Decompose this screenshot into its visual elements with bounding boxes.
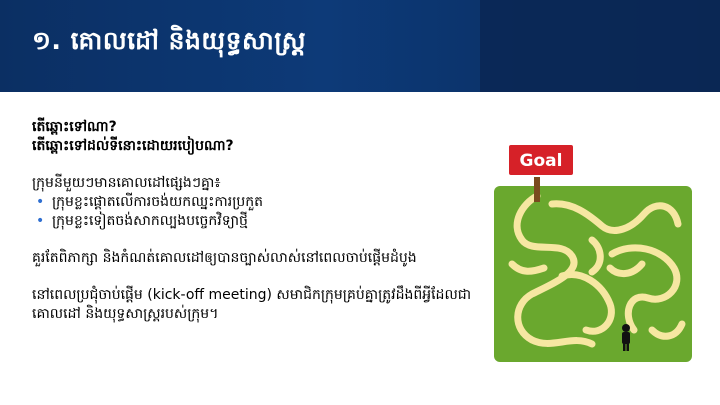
bullet-icon: • [36, 213, 45, 229]
goal-sign-text: Goal [520, 151, 563, 171]
title-banner: ១. គោលដៅ និងយុទ្ធសាស្ត្រ [0, 0, 720, 92]
intro-text: ក្រុមនីមួយៗមានគោលដៅផ្សេងៗគ្នា៖ [32, 175, 221, 191]
bullet-list: • ក្រុមខ្លះផ្តោតលើការចង់យកឈ្នះការប្រកួត … [32, 193, 482, 231]
paragraph-1: គួរតែពិភាក្សា និងកំណត់គោលដៅឲ្យបានច្បាស់ល… [32, 250, 417, 266]
maze-svg: Goal [494, 143, 692, 362]
title-banner-accent [480, 0, 720, 92]
bullet-text: ក្រុមខ្លះផ្តោតលើការចង់យកឈ្នះការប្រកួត [52, 194, 264, 210]
bullet-text: ក្រុមខ្លះទៀតចង់សាកល្បងបច្ចេកវិទ្យាថ្មី [52, 213, 248, 229]
question-1: តើឆ្ពោះទៅណា? [32, 119, 117, 135]
paragraph-2: នៅពេលប្រជុំចាប់ផ្តើម (kick-off meeting) … [32, 287, 472, 322]
maze-goal-illustration: Goal [492, 143, 694, 364]
bullet-icon: • [36, 194, 45, 210]
slide-title: ១. គោលដៅ និងយុទ្ធសាស្ត្រ [32, 26, 307, 55]
slide-body: តើឆ្ពោះទៅណា? តើឆ្ពោះទៅដល់ទីនោះដោយរបៀបណា?… [32, 118, 482, 324]
bullet-item: • ក្រុមខ្លះទៀតចង់សាកល្បងបច្ចេកវិទ្យាថ្មី [32, 212, 482, 231]
question-2: តើឆ្ពោះទៅដល់ទីនោះដោយរបៀបណា? [32, 138, 234, 154]
bullet-item: • ក្រុមខ្លះផ្តោតលើការចង់យកឈ្នះការប្រកួត [32, 193, 482, 212]
